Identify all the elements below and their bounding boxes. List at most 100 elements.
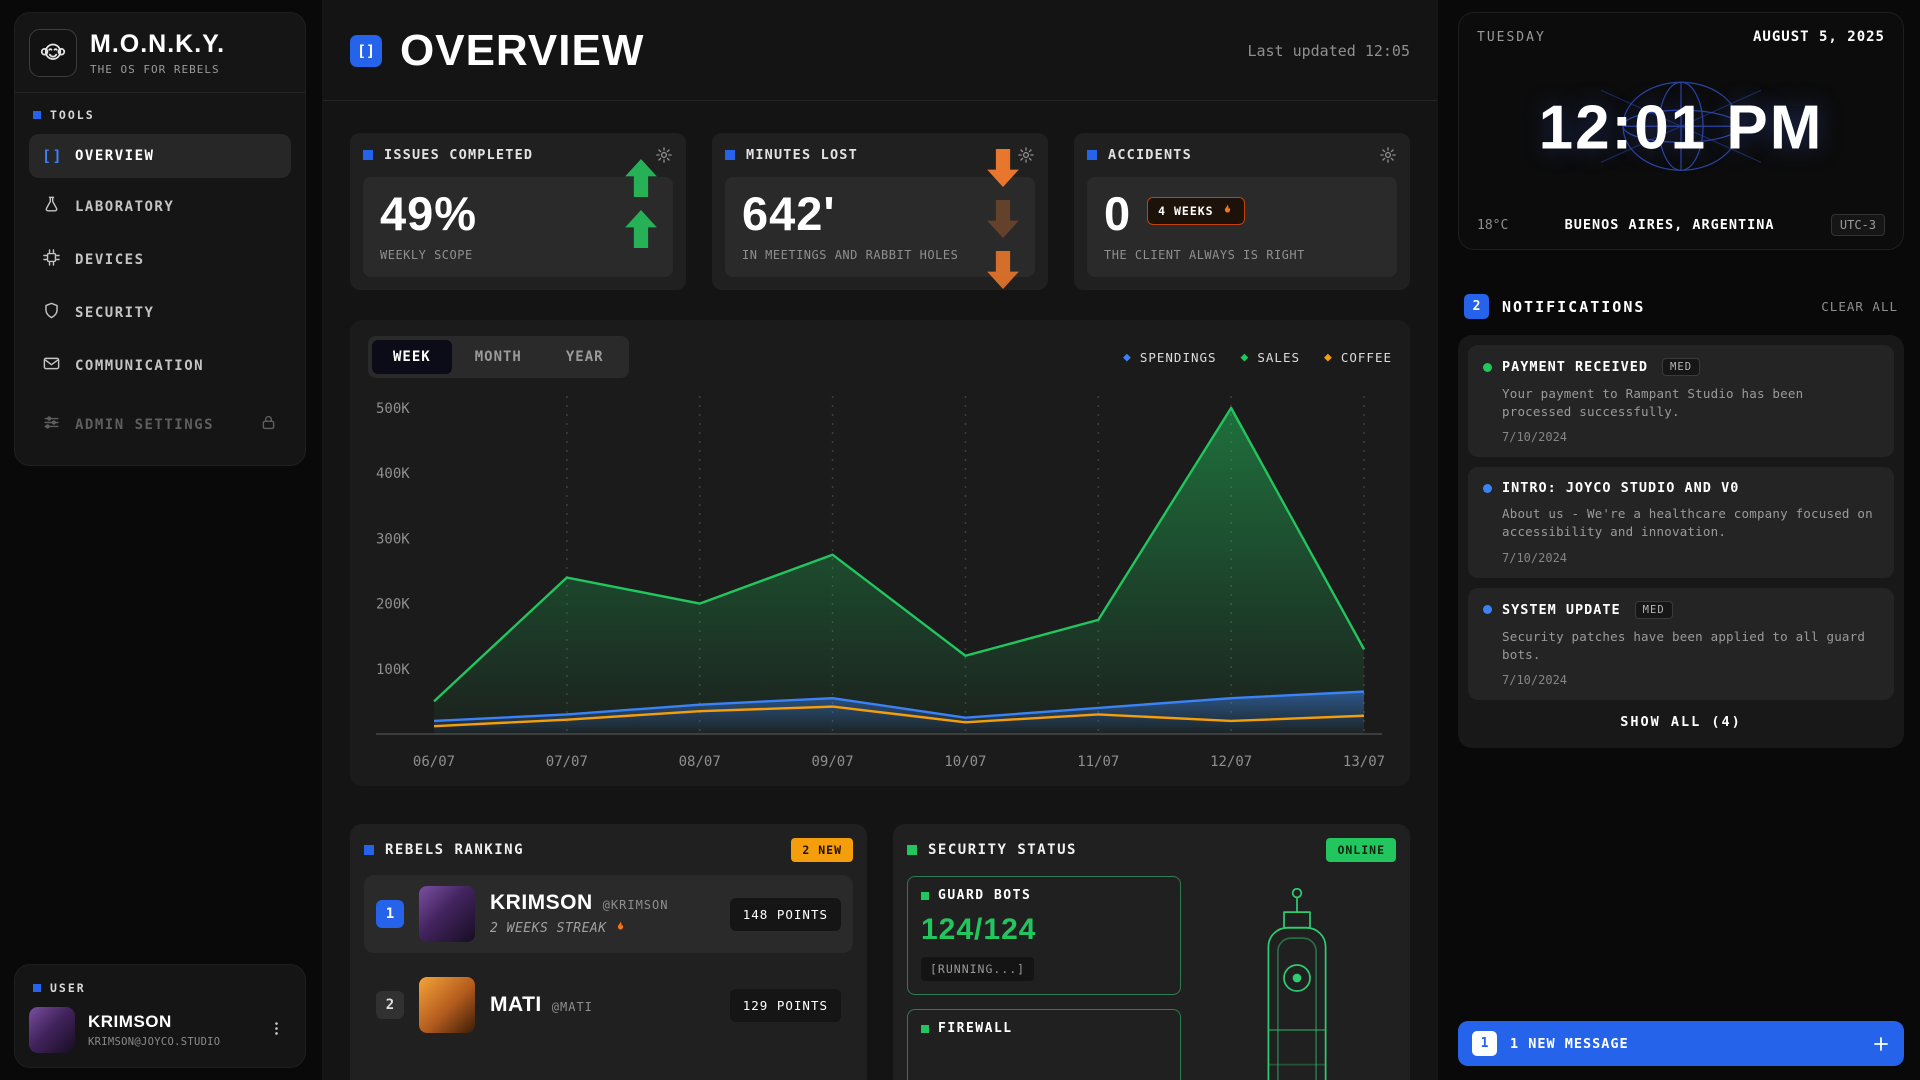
green-square-icon — [921, 892, 929, 900]
notification-title: INTRO: JOYCO STUDIO AND V0 — [1502, 480, 1739, 496]
svg-text:13/07: 13/07 — [1343, 754, 1385, 770]
streak-text: 2 WEEKS STREAK — [490, 921, 607, 936]
tab-year[interactable]: YEAR — [545, 340, 625, 374]
current-time: 12:01 PM — [1459, 93, 1903, 164]
svg-text:07/07: 07/07 — [546, 754, 588, 770]
user-avatar — [29, 1007, 75, 1053]
legend-item-spendings[interactable]: ◆ SPENDINGS — [1123, 350, 1217, 365]
stat-value: 0 — [1104, 190, 1131, 237]
notification-date: 7/10/2024 — [1502, 551, 1879, 565]
app-tagline: THE OS FOR REBELS — [90, 63, 225, 76]
sidebar-item-label: COMMUNICATION — [75, 358, 204, 374]
legend-item-coffee[interactable]: ◆ COFFEE — [1324, 350, 1392, 365]
avatar — [419, 977, 475, 1033]
notification-date: 7/10/2024 — [1502, 430, 1879, 444]
stat-card-issues-completed: ISSUES COMPLETED 49% WEEKLY SCOPE — [350, 133, 686, 290]
sidebar-item-label: LABORATORY — [75, 199, 174, 215]
tab-month[interactable]: MONTH — [454, 340, 543, 374]
chart-svg: 500K400K300K200K100K06/0707/0708/0709/07… — [368, 390, 1392, 778]
chart-panel: WEEK MONTH YEAR ◆ SPENDINGS ◆ SALES ◆ CO… — [350, 320, 1410, 786]
priority-badge: MED — [1662, 358, 1700, 376]
stat-title: MINUTES LOST — [746, 147, 858, 163]
lock-icon — [259, 413, 278, 436]
clear-all-button[interactable]: CLEAR ALL — [1821, 299, 1898, 314]
points-badge: 148 POINTS — [730, 898, 841, 931]
monkey-logo-icon — [29, 29, 77, 77]
app-title: M.O.N.K.Y. — [90, 30, 225, 59]
sidebar-item-label: SECURITY — [75, 305, 154, 321]
new-badge: 2 NEW — [791, 838, 853, 862]
plus-icon[interactable] — [1872, 1035, 1890, 1053]
legend-item-sales[interactable]: ◆ SALES — [1241, 350, 1300, 365]
utc-offset-badge: UTC-3 — [1831, 214, 1885, 236]
chart-range-tabs: WEEK MONTH YEAR — [368, 336, 629, 378]
notification-body: Security patches have been applied to al… — [1502, 628, 1879, 664]
stat-value-panel: 0 4 WEEKS THE CLIENT ALWAYS IS RIGHT — [1087, 177, 1397, 277]
svg-text:11/07: 11/07 — [1077, 754, 1119, 770]
main-header: [] OVERVIEW Last updated 12:05 — [322, 0, 1438, 101]
sidebar-item-communication[interactable]: COMMUNICATION — [29, 341, 291, 390]
left-sidebar: M.O.N.K.Y. THE OS FOR REBELS TOOLS [] OV… — [0, 0, 306, 1080]
notification-title: SYSTEM UPDATE — [1502, 602, 1621, 618]
blue-square-icon — [363, 150, 373, 160]
sidebar-item-laboratory[interactable]: LABORATORY — [29, 182, 291, 231]
rebels-ranking-card: REBELS RANKING 2 NEW 1 KRIMSON @KRIMSON … — [350, 824, 867, 1080]
rank-name: KRIMSON — [490, 891, 593, 915]
sidebar-item-security[interactable]: SECURITY — [29, 288, 291, 337]
right-sidebar: TUESDAY AUGUST 5, 2025 12:01 PM 18°C BUE… — [1454, 0, 1920, 1080]
diamond-icon: ◆ — [1123, 351, 1132, 364]
svg-text:12/07: 12/07 — [1210, 754, 1252, 770]
brackets-icon: [] — [42, 147, 61, 165]
stat-value: 49% — [380, 190, 656, 237]
notification-body: About us - We're a healthcare company fo… — [1502, 505, 1879, 541]
stat-card-minutes-lost: MINUTES LOST 642' IN MEETINGS AND RABBIT… — [712, 133, 1048, 290]
guard-bots-count: 124/124 — [921, 913, 1167, 947]
fire-icon — [1221, 203, 1234, 219]
priority-badge: MED — [1635, 601, 1673, 619]
fire-icon — [614, 920, 627, 937]
svg-text:100K: 100K — [376, 662, 410, 678]
card-title: REBELS RANKING — [385, 842, 524, 858]
message-text: 1 NEW MESSAGE — [1510, 1036, 1629, 1052]
trend-up-icon — [622, 157, 660, 250]
kebab-menu-icon[interactable] — [262, 1016, 291, 1045]
new-message-bar[interactable]: 1 1 NEW MESSAGE — [1458, 1021, 1904, 1066]
ranking-row-2[interactable]: 2 MATI @MATI 129 POINTS — [364, 966, 853, 1044]
stats-row: ISSUES COMPLETED 49% WEEKLY SCOPE MINUTE… — [322, 101, 1438, 290]
stat-caption: THE CLIENT ALWAYS IS RIGHT — [1104, 248, 1380, 262]
stat-title: ACCIDENTS — [1108, 147, 1192, 163]
date: AUGUST 5, 2025 — [1753, 29, 1885, 45]
user-panel: USER KRIMSON KRIMSON@JOYCO.STUDIO — [14, 964, 306, 1068]
security-status-card: SECURITY STATUS ONLINE GUARD BOTS 124/12… — [893, 824, 1410, 1080]
message-count-badge: 1 — [1472, 1031, 1497, 1056]
card-title: SECURITY STATUS — [928, 842, 1077, 858]
sidebar-item-devices[interactable]: DEVICES — [29, 235, 291, 284]
ranking-row-1[interactable]: 1 KRIMSON @KRIMSON 2 WEEKS STREAK 148 PO… — [364, 875, 853, 953]
show-all-button[interactable]: SHOW ALL (4) — [1468, 700, 1894, 738]
notification-system-update[interactable]: SYSTEM UPDATE MED Security patches have … — [1468, 588, 1894, 700]
blue-square-icon — [33, 111, 41, 119]
sidebar-item-overview[interactable]: [] OVERVIEW — [29, 134, 291, 178]
notification-payment-received[interactable]: PAYMENT RECEIVED MED Your payment to Ram… — [1468, 345, 1894, 457]
notifications-count-badge: 2 — [1464, 294, 1489, 319]
points-badge: 129 POINTS — [730, 989, 841, 1022]
svg-text:09/07: 09/07 — [811, 754, 853, 770]
notification-date: 7/10/2024 — [1502, 673, 1879, 687]
gear-icon[interactable] — [1379, 146, 1397, 164]
weekday: TUESDAY — [1477, 30, 1546, 45]
sidebar-item-admin-settings[interactable]: ADMIN SETTINGS — [29, 400, 291, 449]
chart-legend: ◆ SPENDINGS ◆ SALES ◆ COFFEE — [1123, 350, 1392, 365]
rank-handle: @MATI — [552, 1000, 593, 1014]
online-badge: ONLINE — [1326, 838, 1396, 862]
temperature: 18°C — [1477, 218, 1508, 233]
notification-intro[interactable]: INTRO: JOYCO STUDIO AND V0 About us - We… — [1468, 467, 1894, 577]
streak-weeks-badge: 4 WEEKS — [1147, 197, 1244, 225]
guard-bots-box: GUARD BOTS 124/124 [RUNNING...] — [907, 876, 1181, 995]
notification-dot — [1483, 484, 1492, 493]
tab-week[interactable]: WEEK — [372, 340, 452, 374]
notification-dot — [1483, 605, 1492, 614]
svg-text:400K: 400K — [376, 466, 410, 482]
overview-brackets-icon: [] — [350, 35, 382, 67]
clock-card: TUESDAY AUGUST 5, 2025 12:01 PM 18°C BUE… — [1458, 12, 1904, 250]
stat-title: ISSUES COMPLETED — [384, 147, 533, 163]
